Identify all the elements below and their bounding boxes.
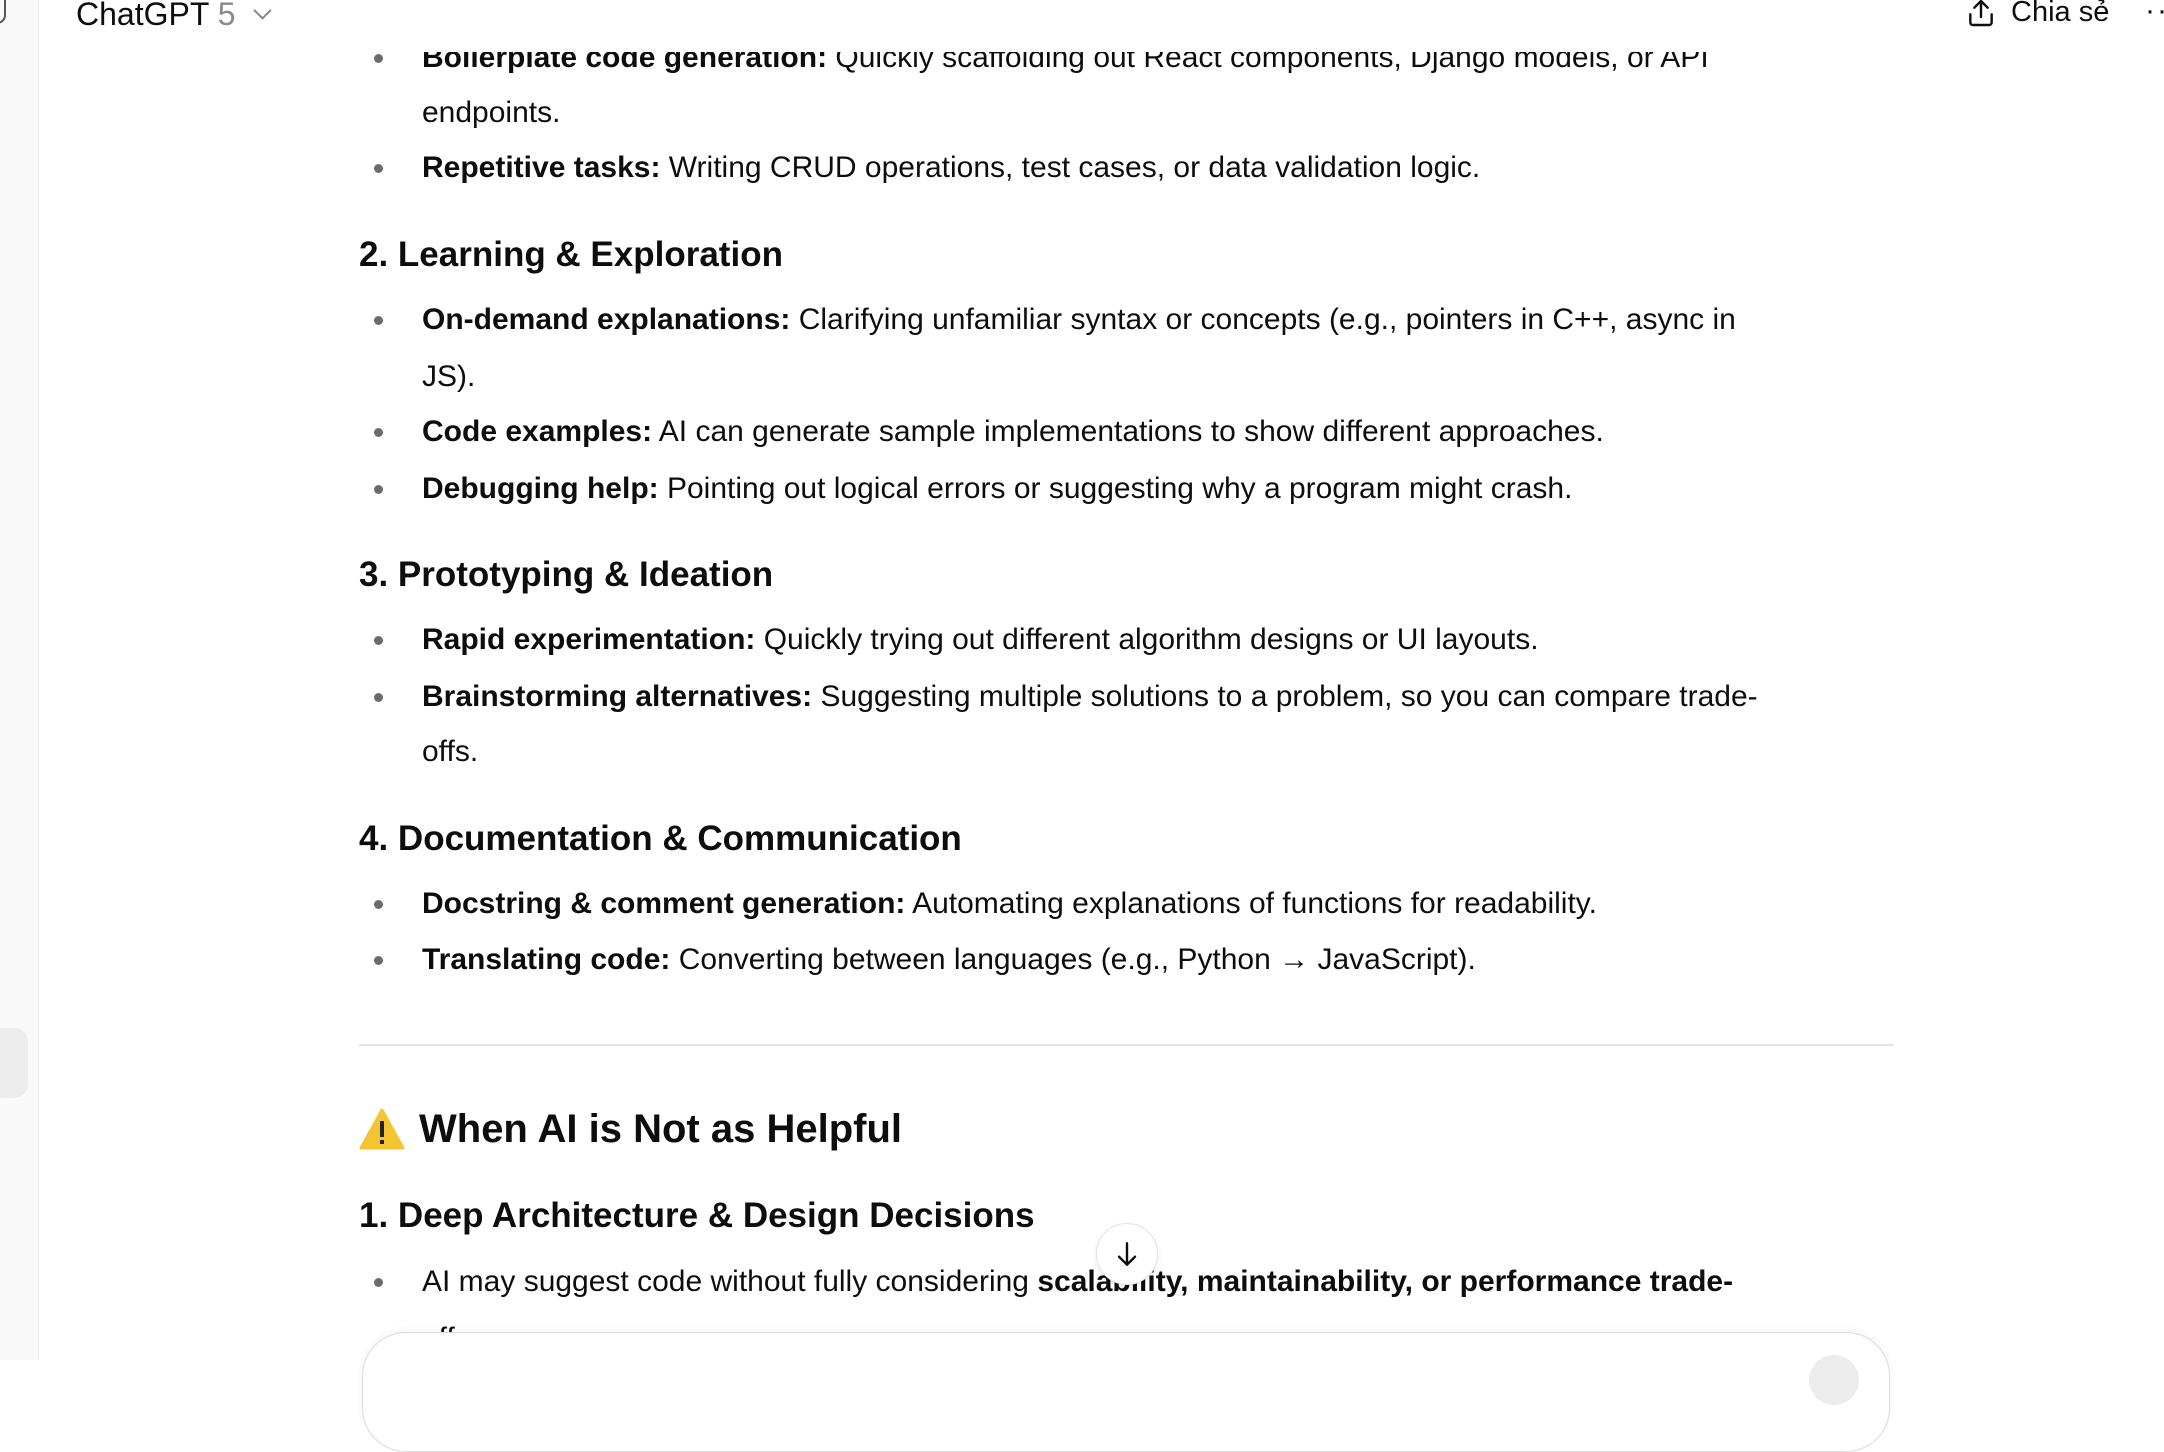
item-text: Writing CRUD operations, test cases, or …	[660, 151, 1481, 184]
item-label: Docstring & comment generation:	[422, 887, 906, 920]
list-item: On-demand explanations: Clarifying unfam…	[422, 292, 1736, 348]
bullet	[374, 54, 383, 63]
sidebar-collapsed	[0, 0, 39, 1360]
divider	[359, 1044, 1894, 1046]
share-icon	[1969, 0, 1993, 26]
list-item: Rapid experimentation: Quickly trying ou…	[422, 612, 1539, 668]
send-button[interactable]	[1809, 1355, 1859, 1405]
section-heading: 2. Learning & Exploration	[359, 235, 783, 274]
bullet	[374, 693, 383, 702]
bullet	[374, 636, 383, 645]
item-text: AI may suggest code without fully consid…	[422, 1265, 1038, 1298]
item-text: Suggesting multiple solutions to a probl…	[812, 680, 1758, 713]
item-text: AI can generate sample implementations t…	[652, 415, 1604, 448]
share-button[interactable]: Chia sẻ	[1965, 0, 2109, 29]
section-title-text: When AI is Not as Helpful	[419, 1107, 902, 1151]
list-item: Docstring & comment generation: Automati…	[422, 876, 1597, 932]
app-title: ChatGPT	[76, 0, 209, 32]
bullet	[374, 1278, 383, 1287]
model-version: 5	[217, 0, 236, 32]
bullet	[374, 956, 383, 965]
sidebar-toggle[interactable]	[0, 0, 6, 24]
bullet	[374, 900, 383, 909]
item-text: Automating explanations of functions for…	[905, 887, 1597, 920]
chevron-down-icon	[253, 1, 273, 20]
bullet	[374, 428, 383, 437]
bullet	[374, 316, 383, 325]
item-label: Translating code:	[422, 943, 671, 976]
item-text: Converting between languages (e.g., Pyth…	[670, 943, 1476, 976]
item-label: Debugging help:	[422, 472, 659, 505]
list-item: Brainstorming alternatives: Suggesting m…	[422, 669, 1758, 725]
arrow-down-icon	[1117, 1242, 1137, 1266]
model-selector[interactable]: ChatGPT 5	[76, 0, 273, 33]
item-label: Repetitive tasks:	[422, 151, 661, 184]
message-composer[interactable]	[362, 1332, 1890, 1452]
list-item-cont: JS).	[422, 360, 476, 393]
list-item: Debugging help: Pointing out logical err…	[422, 461, 1572, 517]
bullet	[374, 164, 383, 173]
item-text: Clarifying unfamiliar syntax or concepts…	[790, 303, 1736, 336]
scroll-down-button[interactable]	[1096, 1223, 1158, 1285]
item-label: Rapid experimentation:	[422, 623, 756, 656]
list-item: AI may suggest code without fully consid…	[422, 1254, 1733, 1310]
item-label: Code examples:	[422, 415, 653, 448]
list-item: Translating code: Converting between lan…	[422, 932, 1476, 988]
item-text: Pointing out logical errors or suggestin…	[658, 472, 1573, 505]
item-label: On-demand explanations:	[422, 303, 791, 336]
section-heading: 4. Documentation & Communication	[359, 819, 962, 858]
item-label: Brainstorming alternatives:	[422, 680, 813, 713]
section-heading: 3. Prototyping & Ideation	[359, 555, 774, 594]
subsection-heading: 1. Deep Architecture & Design Decisions	[359, 1196, 1035, 1235]
header: ChatGPT 5 Chia sẻ ··	[40, 0, 2164, 52]
share-label: Chia sẻ	[2011, 0, 2110, 28]
sidebar-handle[interactable]	[0, 1028, 28, 1098]
more-options-icon[interactable]: ··	[2145, 0, 2164, 28]
item-text: Quickly trying out different algorithm d…	[755, 623, 1539, 656]
list-item: Code examples: AI can generate sample im…	[422, 404, 1604, 460]
warning-icon	[359, 1108, 405, 1150]
bullet	[374, 485, 383, 494]
list-item-cont: offs.	[422, 735, 479, 768]
list-item-cont: endpoints.	[422, 96, 561, 129]
list-item: Repetitive tasks: Writing CRUD operation…	[422, 140, 1480, 196]
section-title: When AI is Not as Helpful	[359, 1101, 902, 1157]
